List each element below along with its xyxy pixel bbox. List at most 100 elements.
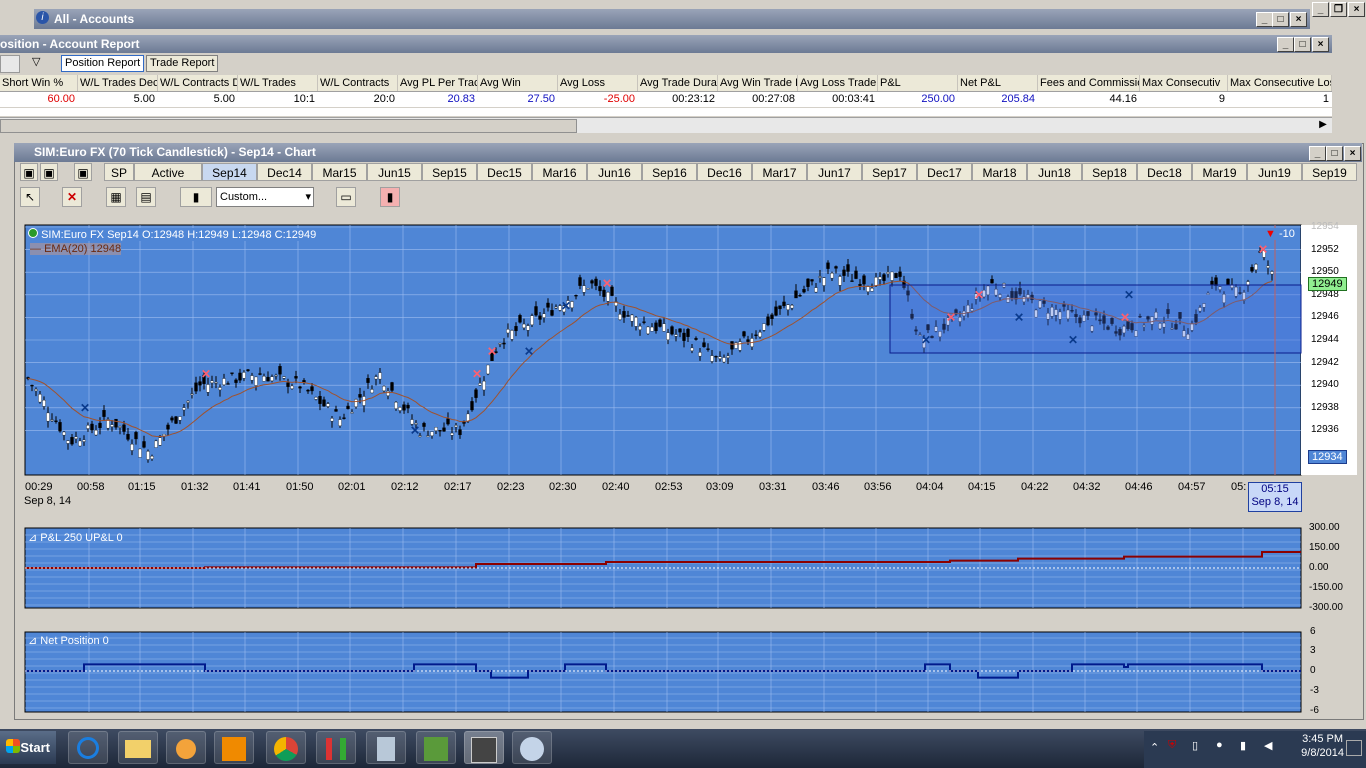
candle-body	[318, 396, 322, 404]
candle-body	[30, 384, 34, 387]
candle-body	[774, 306, 778, 316]
price-legend: SIM:Euro FX Sep14 O:12948 H:12949 L:1294…	[28, 228, 317, 241]
x-tick-label: 02:23	[497, 481, 525, 493]
candle-body	[94, 430, 98, 436]
candle-body	[374, 376, 378, 380]
pnl-legend-text: P&L 250 UP&L 0	[40, 532, 123, 544]
explorer-icon[interactable]	[118, 731, 158, 764]
x-tick-label: 04:22	[1021, 481, 1049, 493]
low-price-label: 12934	[1308, 450, 1347, 464]
candle-body	[622, 311, 626, 318]
candle-body	[682, 332, 686, 341]
candle-body	[826, 262, 830, 269]
candle-body	[762, 323, 766, 331]
candle-body	[658, 319, 662, 327]
y-tick-label: 12938	[1311, 401, 1339, 413]
x-tick-label: 02:30	[549, 481, 577, 493]
candle-body	[778, 305, 782, 310]
y-tick-label: 12940	[1311, 379, 1339, 391]
candle-body	[706, 348, 710, 350]
candle-body	[402, 404, 406, 411]
calculator-icon[interactable]	[366, 731, 406, 764]
mic-icon[interactable]: ●	[1216, 739, 1223, 751]
candle-body	[66, 440, 70, 444]
cursor-date: Sep 8, 14	[1251, 496, 1299, 508]
candle-body	[806, 278, 810, 287]
pnl-tick-label: 150.00	[1309, 542, 1340, 553]
trade-marker: ✕	[472, 367, 482, 381]
candle-body	[194, 382, 198, 392]
y-tick-label: 12952	[1311, 243, 1339, 255]
trade-marker: ✕	[80, 401, 90, 415]
trade-marker: ✕	[1014, 310, 1024, 324]
candle-body	[126, 433, 130, 440]
position-marker-text: -10	[1278, 228, 1295, 240]
candle-body	[286, 382, 290, 387]
candle-body	[726, 355, 730, 358]
network-icon[interactable]: ▮	[1240, 739, 1246, 752]
candle-body	[86, 425, 90, 429]
status-icon	[28, 228, 38, 238]
tray-expand-icon[interactable]: ⌃	[1150, 741, 1159, 754]
candle-body	[430, 431, 434, 436]
active-window-icon[interactable]	[464, 731, 504, 764]
candle-body	[1266, 265, 1270, 268]
chart-app-icon[interactable]	[416, 731, 456, 764]
candle-body	[266, 376, 270, 382]
devices-icon[interactable]: ▯	[1192, 739, 1198, 752]
app-orange-icon[interactable]	[214, 731, 254, 764]
candle-body	[654, 322, 658, 332]
show-desktop-icon[interactable]	[1346, 740, 1362, 756]
volume-icon[interactable]: ◀	[1264, 739, 1272, 752]
clock[interactable]: 3:45 PM 9/8/2014	[1301, 732, 1344, 760]
candle-body	[366, 378, 370, 383]
candle-body	[482, 380, 486, 391]
candle-body	[314, 397, 318, 400]
candle-body	[882, 274, 886, 281]
trade-marker: ✕	[602, 277, 612, 291]
arrow-down-icon: ▼	[1265, 228, 1276, 240]
candle-body	[378, 372, 382, 380]
candle-body	[58, 422, 62, 432]
candle-body	[842, 269, 846, 276]
candle-body	[538, 315, 542, 320]
candle-body	[502, 342, 506, 345]
trade-marker: ✕	[1124, 288, 1134, 302]
candle-body	[426, 435, 430, 437]
pos-legend-text: Net Position 0	[40, 635, 109, 647]
pos-tick-label: 0	[1310, 665, 1316, 676]
x-tick-label: 05:	[1231, 481, 1247, 493]
candle-body	[594, 278, 598, 286]
ie-icon[interactable]	[68, 731, 108, 764]
chart-svg[interactable]: ✕ ✕ ✕ ✕ ✕ ✕ ✕ ✕ ✕ ✕ ✕ ✕ ✕ ✕ ✕ ✕	[0, 0, 1366, 768]
candle-body	[38, 394, 42, 403]
start-label: Start	[20, 740, 50, 755]
candle-body	[146, 451, 150, 460]
trade-marker: ✕	[921, 333, 931, 347]
media-player-icon[interactable]	[166, 731, 206, 764]
candle-body	[222, 378, 226, 385]
candle-body	[350, 412, 354, 414]
candle-body	[166, 424, 170, 430]
antivirus-icon[interactable]: ⛨	[1168, 739, 1176, 752]
chrome-icon[interactable]	[266, 731, 306, 764]
candle-body	[98, 422, 102, 429]
candle-body	[1250, 267, 1254, 272]
candle-body	[662, 323, 666, 332]
candle-body	[254, 376, 258, 386]
candle-body	[878, 276, 882, 280]
y-tick-label: 12950	[1311, 266, 1339, 278]
candle-body	[246, 369, 250, 371]
candle-body	[370, 389, 374, 394]
candle-body	[734, 342, 738, 349]
candle-body	[390, 382, 394, 391]
ninjatrader-icon[interactable]	[316, 731, 356, 764]
candle-body	[790, 305, 794, 309]
paint-icon[interactable]	[512, 731, 552, 764]
candle-body	[542, 313, 546, 318]
x-tick-label: 02:17	[444, 481, 472, 493]
clock-time: 3:45 PM	[1302, 733, 1344, 745]
candle-body	[406, 404, 410, 409]
start-button[interactable]: Start	[0, 731, 56, 764]
candle-body	[398, 407, 402, 411]
